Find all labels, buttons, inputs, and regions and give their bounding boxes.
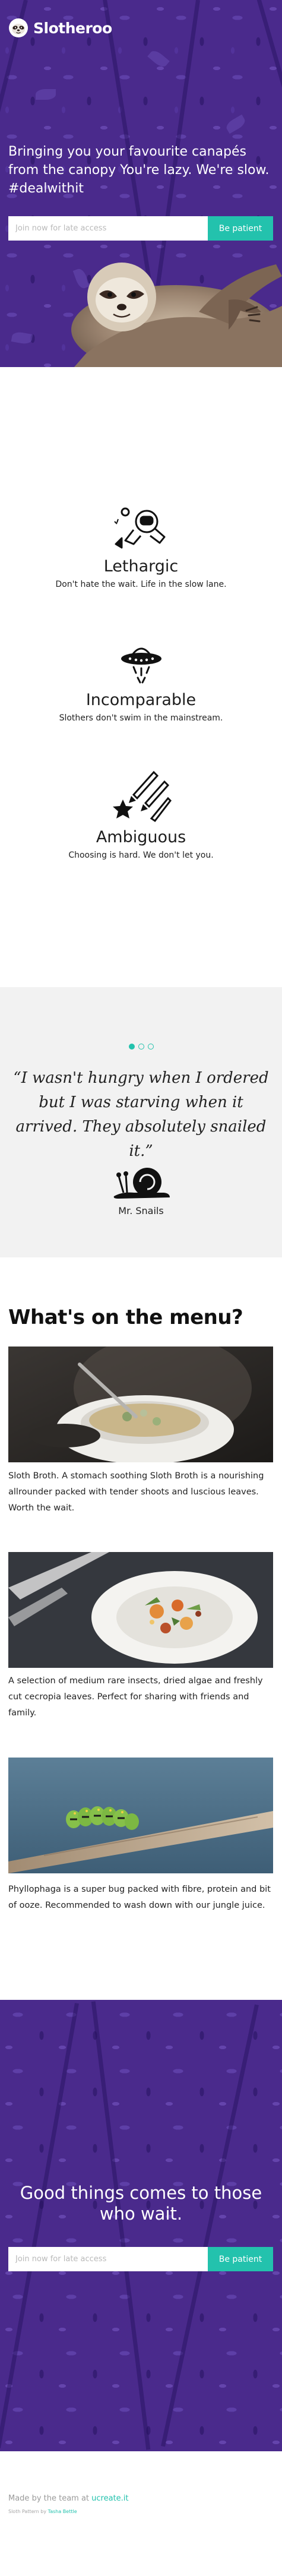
footer-credit: Made by the team at ucreate.it <box>8 2494 129 2503</box>
vine-decoration <box>0 2003 79 2448</box>
carousel-dot-3[interactable] <box>147 1044 154 1050</box>
brand-name: Slotheroo <box>33 19 112 37</box>
testimonial-author: Mr. Snails <box>118 1205 164 1216</box>
feature-title: Ambiguous <box>96 828 186 846</box>
cta-be-patient-button[interactable]: Be patient <box>208 2247 273 2271</box>
menu-item-description: A selection of medium rare insects, drie… <box>8 1676 263 1718</box>
feature-text: Choosing is hard. We don't let you. <box>68 851 214 860</box>
testimonial-quote: “I wasn't hungry when I ordered but I wa… <box>13 1069 269 1160</box>
feature-title: Lethargic <box>103 557 179 576</box>
cta-title: Good things comes to those who wait. <box>20 2183 262 2224</box>
feature-ambiguous: Ambiguous Choosing is hard. We don't let… <box>0 765 282 860</box>
pattern-credit-prefix: Sloth Pattern by <box>8 2509 47 2514</box>
features-section: Lethargic Don't hate the wait. Life in t… <box>0 367 282 987</box>
cta-email-input[interactable] <box>8 2247 208 2271</box>
astronaut-icon <box>113 507 165 549</box>
vine-decoration <box>91 2001 151 2450</box>
carousel-dot-1[interactable] <box>128 1044 135 1050</box>
feature-text: Slothers don't swim in the mainstream. <box>59 713 223 723</box>
leaf-decoration <box>224 114 248 134</box>
leaf-decoration <box>11 331 33 345</box>
footer: Made by the team at ucreate.it Sloth Pat… <box>0 2451 282 2576</box>
ufo-icon <box>121 647 161 684</box>
hero-be-patient-button[interactable]: Be patient <box>208 216 273 241</box>
menu-heading: What's on the menu? <box>8 1306 243 1329</box>
menu-section: What's on the menu? Sloth Broth. A stoma… <box>0 1257 282 2000</box>
soup-bowl-photo <box>8 1347 273 1462</box>
leaf-decoration <box>147 48 170 69</box>
snail-icon <box>113 1168 170 1199</box>
footer-pattern-credit: Sloth Pattern by Tasha Bettle <box>8 2509 77 2514</box>
vine-decoration <box>161 2004 259 2447</box>
hero-signup-form: Be patient <box>8 216 273 241</box>
shooting-stars-icon <box>112 770 172 822</box>
hero-email-input[interactable] <box>8 216 208 241</box>
pattern-author-link[interactable]: Tasha Bettle <box>48 2509 77 2514</box>
cta-section: Good things comes to those who wait. Be … <box>0 2000 282 2451</box>
sloth-photo <box>71 263 282 367</box>
salad-plate-photo <box>8 1552 273 1668</box>
carousel-dot-2[interactable] <box>138 1044 144 1050</box>
footer-credit-prefix: Made by the team at <box>8 2494 90 2503</box>
menu-item-description: Phyllophaga is a super bug packed with f… <box>8 1885 271 1910</box>
leaf-decoration <box>36 89 56 100</box>
feature-text: Don't hate the wait. Life in the slow la… <box>55 580 227 589</box>
feature-lethargic: Lethargic Don't hate the wait. Life in t… <box>0 504 282 589</box>
menu-item-description: Sloth Broth. A stomach soothing Sloth Br… <box>8 1471 264 1513</box>
cta-signup-form: Be patient <box>8 2247 273 2271</box>
sloth-face-icon <box>9 18 28 37</box>
carousel-dots <box>0 1044 282 1050</box>
brand-home-link[interactable]: Slotheroo <box>8 18 112 38</box>
hero-headline: Bringing you your favourite canapés from… <box>8 144 270 196</box>
feature-incomparable: Incomparable Slothers don't swim in the … <box>0 637 282 723</box>
testimonial-section: “I wasn't hungry when I ordered but I wa… <box>0 987 282 1257</box>
hero-section: Slotheroo Bringing you your favourite ca… <box>0 0 282 367</box>
ucreate-link[interactable]: ucreate.it <box>91 2494 128 2503</box>
feature-title: Incomparable <box>85 691 197 709</box>
caterpillar-photo <box>8 1758 273 1873</box>
